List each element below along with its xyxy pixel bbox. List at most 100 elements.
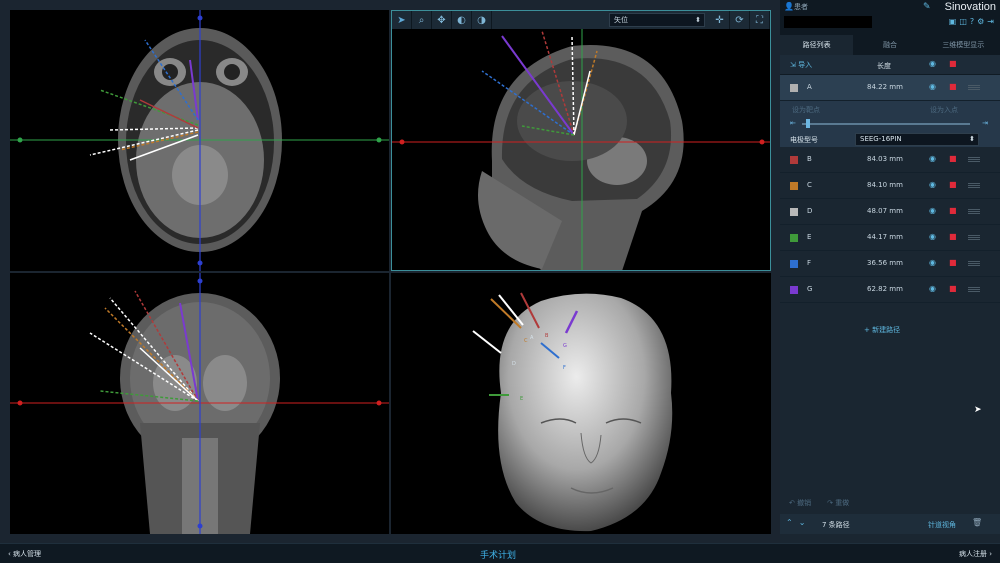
eye-icon[interactable]: ◉: [929, 180, 936, 189]
camera-icon[interactable]: ◫: [959, 17, 967, 26]
nav-patient-registration[interactable]: 病人注册 ›: [959, 549, 992, 559]
fullscreen-icon[interactable]: ⛶: [750, 11, 770, 29]
eye-icon[interactable]: ◉: [929, 232, 936, 241]
trash-icon[interactable]: 🗑: [972, 518, 982, 527]
drag-handle-icon[interactable]: [968, 287, 980, 292]
electrode-row: 电极型号 SEEG-16PIN ⬍: [780, 131, 1000, 147]
undo-label: 撤销: [797, 499, 812, 507]
path-row-a[interactable]: A 84.22 mm ◉ ■: [780, 75, 1000, 101]
view-select-value: 矢位: [614, 16, 628, 24]
set-target-button[interactable]: 设为靶点: [792, 105, 820, 115]
3d-label-b: B: [545, 333, 549, 339]
view-orientation-select[interactable]: 矢位 ⬍: [609, 13, 705, 27]
drag-handle-icon[interactable]: [968, 209, 980, 214]
path-length: 62.82 mm: [867, 285, 903, 293]
slider-track[interactable]: [802, 123, 970, 125]
path-color-swatch: [790, 260, 798, 268]
nav-left-label: 病人管理: [13, 550, 42, 558]
path-row-d[interactable]: D 48.07 mm ◉ ■: [780, 199, 1000, 225]
panel-footer: ⌃ ⌄ 7 条路径 针道视角 🗑: [780, 514, 1000, 534]
path-row-e[interactable]: E 44.17 mm ◉ ■: [780, 225, 1000, 251]
needle-view-button[interactable]: 针道视角: [928, 520, 956, 530]
lock-icon[interactable]: ■: [949, 206, 957, 215]
eye-icon[interactable]: ◉: [929, 258, 936, 267]
eye-icon[interactable]: ◉: [929, 206, 936, 215]
path-color-swatch: [790, 156, 798, 164]
path-color-swatch: [790, 234, 798, 242]
axial-image: [10, 10, 389, 271]
path-name: D: [807, 207, 813, 215]
pointer-icon[interactable]: ➤: [392, 11, 412, 29]
eye-icon[interactable]: ◉: [929, 284, 936, 293]
tab-fusion[interactable]: 融合: [853, 35, 926, 55]
help-icon[interactable]: ?: [970, 17, 974, 26]
sagittal-view[interactable]: ➤ ⌕ ✥ ◐ ◑ 矢位 ⬍ ✛ ⟳ ⛶: [391, 10, 771, 271]
rotate-icon[interactable]: ⟳: [730, 11, 750, 29]
new-path-button[interactable]: + 新建路径: [864, 325, 900, 335]
path-length: 84.22 mm: [867, 83, 903, 91]
path-row-c[interactable]: C 84.10 mm ◉ ■: [780, 173, 1000, 199]
eye-all-icon[interactable]: ◉: [929, 59, 936, 68]
drag-handle-icon[interactable]: [968, 183, 980, 188]
tab-path-list[interactable]: 路径列表: [780, 35, 854, 55]
path-row-g[interactable]: G 62.82 mm ◉ ■: [780, 277, 1000, 303]
electrode-value: SEEG-16PIN: [860, 135, 902, 143]
lock-icon[interactable]: ■: [949, 284, 957, 293]
electrode-type-select[interactable]: SEEG-16PIN ⬍: [855, 133, 979, 146]
3d-label-d: D: [512, 361, 516, 367]
path-name: G: [807, 285, 813, 293]
path-color-swatch: [790, 182, 798, 190]
3d-view[interactable]: A B C D E F G: [391, 273, 771, 534]
lock-icon[interactable]: ■: [949, 232, 957, 241]
eye-icon[interactable]: ◉: [929, 154, 936, 163]
lock-icon[interactable]: ■: [949, 258, 957, 267]
redo-label: 重做: [835, 499, 850, 507]
lock-all-icon[interactable]: ■: [949, 59, 957, 68]
slider-end-icon[interactable]: ⇥: [982, 119, 988, 127]
chevron-down-icon[interactable]: ⌄: [799, 518, 806, 527]
save-icon[interactable]: ▣: [949, 17, 957, 26]
lock-icon[interactable]: ■: [949, 180, 957, 189]
eye-icon[interactable]: ◉: [929, 82, 936, 91]
nav-surgical-plan: 手术计划: [480, 551, 517, 561]
logout-icon[interactable]: ⇥: [987, 17, 994, 26]
path-row-f[interactable]: F 36.56 mm ◉ ■: [780, 251, 1000, 277]
path-name: C: [807, 181, 812, 189]
edit-icon[interactable]: ✎: [923, 2, 931, 12]
redo-button[interactable]: ↷ 重做: [827, 498, 849, 508]
slider-thumb[interactable]: [806, 119, 810, 128]
contrast-b-icon[interactable]: ◑: [472, 11, 492, 29]
lock-icon[interactable]: ■: [949, 154, 957, 163]
path-name: E: [807, 233, 812, 241]
panel-tabs: 路径列表 融合 三维模型显示: [780, 35, 1000, 55]
3d-label-g: G: [563, 343, 567, 349]
drag-handle-icon[interactable]: [968, 157, 980, 162]
settings-icon[interactable]: ⚙: [977, 17, 984, 26]
contrast-a-icon[interactable]: ◐: [452, 11, 472, 29]
set-entry-button[interactable]: 设为入点: [930, 105, 958, 115]
crosshair-icon[interactable]: ✛: [710, 11, 730, 29]
zoom-icon[interactable]: ⌕: [412, 11, 432, 29]
undo-button[interactable]: ↶ 撤销: [789, 498, 811, 508]
path-color-swatch: [790, 84, 798, 92]
chevron-up-icon[interactable]: ⌃: [786, 518, 793, 527]
drag-handle-icon[interactable]: [968, 261, 980, 266]
path-length: 48.07 mm: [867, 207, 903, 215]
import-button[interactable]: ⇲ 导入: [790, 60, 812, 70]
slider-start-icon[interactable]: ⇤: [790, 119, 796, 127]
drag-handle-icon[interactable]: [968, 235, 980, 240]
lock-icon[interactable]: ■: [949, 82, 957, 91]
coronal-view[interactable]: [10, 273, 389, 534]
nav-patient-management[interactable]: ‹ 病人管理: [8, 549, 41, 559]
path-list-header: ⇲ 导入 长度 ◉ ■: [780, 55, 1000, 75]
tab-3d-model[interactable]: 三维模型显示: [927, 35, 1000, 55]
pan-icon[interactable]: ✥: [432, 11, 452, 29]
axial-view[interactable]: [10, 10, 389, 271]
user-icon: 👤: [784, 2, 794, 11]
viewport-grid: ➤ ⌕ ✥ ◐ ◑ 矢位 ⬍ ✛ ⟳ ⛶ A B C D E F G: [0, 0, 780, 543]
depth-slider[interactable]: ⇤ ⇥: [780, 117, 1000, 131]
drag-handle-icon[interactable]: [968, 85, 980, 90]
path-row-b[interactable]: B 84.03 mm ◉ ■: [780, 147, 1000, 173]
chevron-updown-icon: ⬍: [695, 16, 701, 24]
coronal-image: [10, 273, 389, 534]
